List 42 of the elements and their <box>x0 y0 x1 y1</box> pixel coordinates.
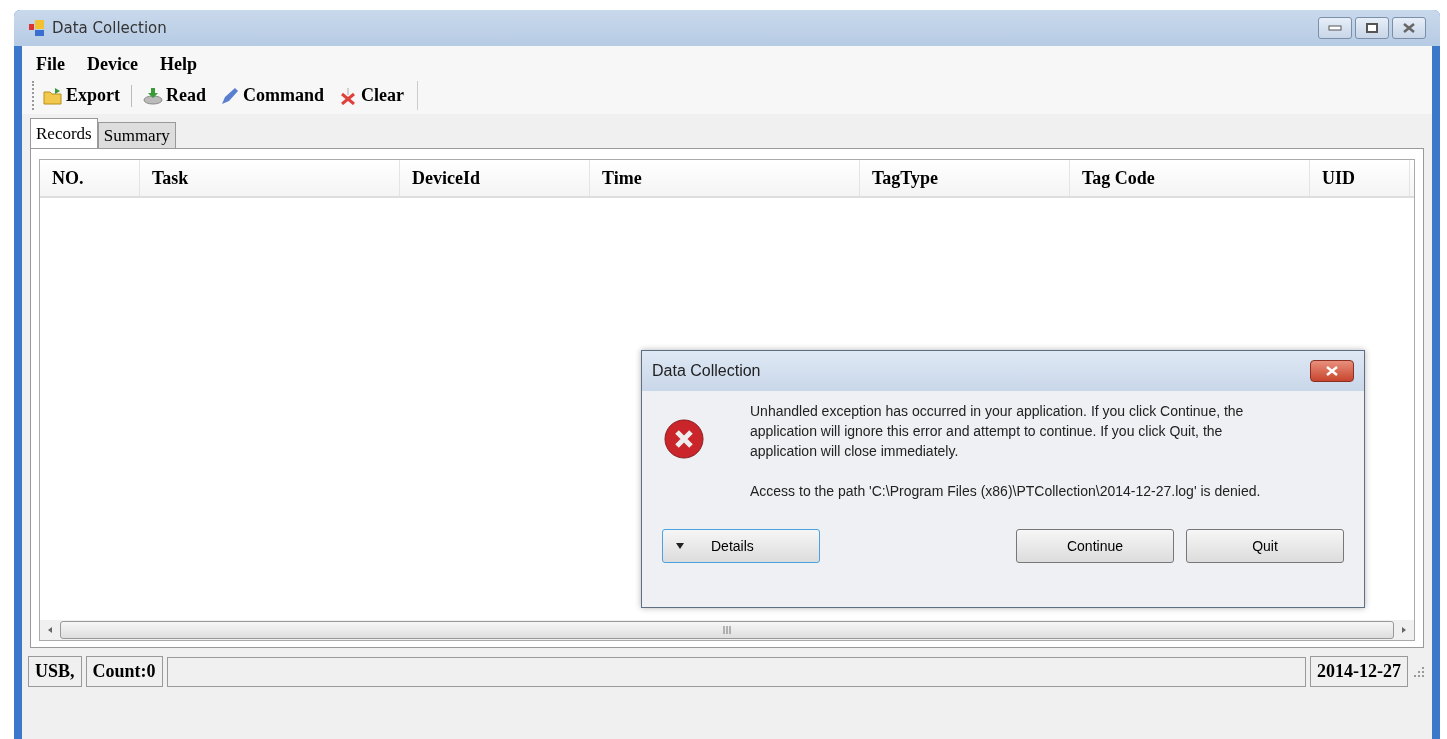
caret-icon <box>675 542 685 550</box>
toolbar-button[interactable]: Read <box>140 83 209 108</box>
error-icon <box>664 419 704 459</box>
tab[interactable]: Summary <box>97 122 176 148</box>
minimize-button[interactable] <box>1318 17 1352 39</box>
menu-item[interactable]: Device <box>87 54 138 75</box>
status-label: USB, <box>28 656 82 687</box>
status-date: 2014-12-27 <box>1310 656 1408 687</box>
dialog-title: Data Collection <box>652 362 761 380</box>
resize-grip-icon[interactable] <box>1412 664 1426 679</box>
toolbar-button[interactable]: Command <box>217 83 327 108</box>
close-button[interactable] <box>1310 360 1354 382</box>
menu-item[interactable]: File <box>36 54 65 75</box>
column-header[interactable]: Task <box>140 160 400 196</box>
column-header[interactable]: DeviceId <box>400 160 590 196</box>
window-title: Data Collection <box>52 19 167 37</box>
close-icon <box>1402 23 1416 33</box>
dialog-button[interactable]: Continue <box>1016 529 1174 563</box>
column-header[interactable]: Time <box>590 160 860 196</box>
maximize-icon <box>1366 23 1378 33</box>
pen-icon <box>220 86 240 105</box>
close-button[interactable] <box>1392 17 1426 39</box>
folder-icon <box>43 86 63 105</box>
column-header[interactable]: TagType <box>860 160 1070 196</box>
error-detail: Access to the path 'C:\Program Files (x86)\PTCollection\2014-12-27.log' is denied. <box>750 482 1262 501</box>
column-header[interactable]: Tag Code <box>1070 160 1310 196</box>
menu-item[interactable]: Help <box>159 54 197 75</box>
tab[interactable]: Records <box>30 118 98 148</box>
column-header[interactable]: NO. <box>40 160 140 196</box>
close-icon <box>1325 366 1339 376</box>
download-icon <box>143 86 163 105</box>
toolbar-button[interactable]: Export <box>40 83 123 108</box>
scrollbar-thumb[interactable] <box>60 621 1394 639</box>
status-label: Count:0 <box>85 656 163 687</box>
column-header[interactable]: UID <box>1310 160 1410 196</box>
minimize-icon <box>1328 25 1342 31</box>
details-button[interactable]: Details <box>662 529 820 563</box>
toolbar-button[interactable]: Clear <box>335 83 407 108</box>
error-message: Unhandled exception has occurred in your application. If you click Continue, the application will ignore this error and attempt to continue. If you click Quit, the application will close immediately. <box>750 402 1245 461</box>
dialog-button[interactable]: Quit <box>1186 529 1344 563</box>
app-icon <box>28 19 46 37</box>
maximize-button[interactable] <box>1355 17 1389 39</box>
